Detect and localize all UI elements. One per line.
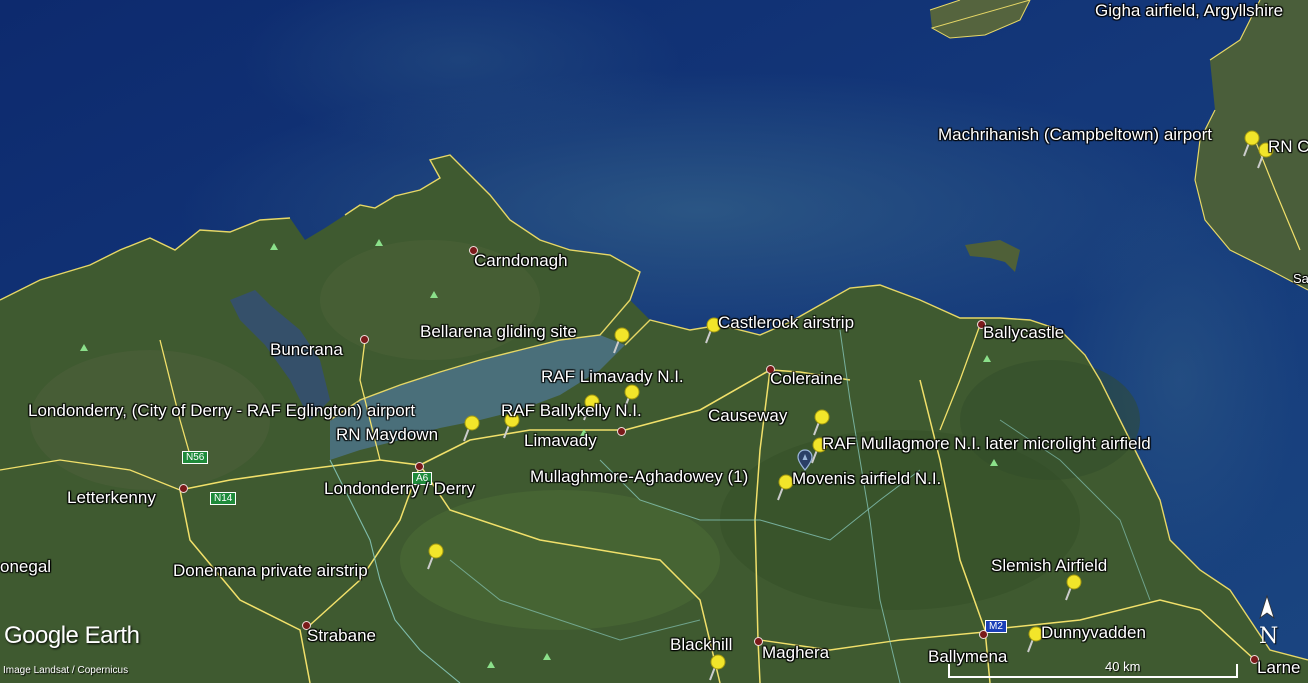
google-earth-logo: Google Earth bbox=[4, 622, 140, 650]
label-mullaghmore-aghadowey: Mullaghmore-Aghadowey (1) bbox=[530, 467, 749, 486]
label-dunnyvadden: Dunnyvadden bbox=[1041, 623, 1146, 642]
label-carndonagh: Carndonagh bbox=[474, 251, 568, 270]
label-mullagmore: RAF Mullagmore N.I. later microlight air… bbox=[822, 434, 1151, 453]
town-marker-ballymena[interactable] bbox=[979, 630, 988, 639]
pushpin-icon-eglinton[interactable] bbox=[458, 413, 482, 443]
label-eglinton: Londonderry, (City of Derry - RAF Egling… bbox=[28, 401, 416, 420]
label-donegal: onegal bbox=[0, 557, 52, 576]
map-view[interactable]: N56 N14 A6 M2 Gigha airfield, Argyllshir… bbox=[0, 0, 1308, 683]
label-donemana: Donemana private airstrip bbox=[173, 561, 368, 580]
logo-earth-text: Earth bbox=[84, 622, 140, 649]
label-limavady: Limavady bbox=[524, 431, 597, 450]
label-rn-maydown: RN Maydown bbox=[336, 425, 439, 444]
label-machrihanish: Machrihanish (Campbeltown) airport bbox=[938, 125, 1213, 144]
label-ballycastle: Ballycastle bbox=[983, 323, 1065, 342]
label-blackhill: Blackhill bbox=[670, 635, 733, 654]
pushpin-icon-causeway[interactable] bbox=[808, 407, 832, 437]
label-derry: Londonderry / Derry bbox=[324, 479, 476, 498]
label-gigha: Gigha airfield, Argyllshire bbox=[1095, 1, 1284, 20]
label-castlerock: Castlerock airstrip bbox=[718, 313, 855, 332]
pushpin-icon-bellarena[interactable] bbox=[608, 325, 632, 355]
road-shield-n14: N14 bbox=[210, 492, 237, 505]
road-shield-m2: M2 bbox=[985, 620, 1007, 633]
label-strabane: Strabane bbox=[307, 626, 376, 645]
town-marker-limavady[interactable] bbox=[617, 427, 626, 436]
north-label: N bbox=[1259, 624, 1279, 649]
scale-bar-label: 40 km bbox=[1105, 659, 1141, 674]
scale-bar bbox=[948, 664, 1238, 678]
town-marker-derry[interactable] bbox=[415, 462, 424, 471]
label-coleraine: Coleraine bbox=[770, 369, 843, 388]
imagery-credit: Image Landsat / Copernicus bbox=[3, 665, 129, 676]
label-bellarena: Bellarena gliding site bbox=[420, 322, 577, 341]
label-raf-limavady: RAF Limavady N.I. bbox=[541, 367, 684, 386]
pushpin-icon-donemana[interactable] bbox=[422, 541, 446, 571]
placemark-icon-movenis[interactable] bbox=[797, 449, 813, 471]
label-ballykelly: RAF Ballykelly N.I. bbox=[501, 401, 642, 420]
label-movenis: Movenis airfield N.I. bbox=[792, 469, 942, 488]
label-rn-c: RN C bbox=[1268, 137, 1308, 156]
logo-google-text: Google bbox=[4, 622, 79, 649]
pushpin-icon-blackhill[interactable] bbox=[704, 652, 728, 682]
town-marker-buncrana[interactable] bbox=[360, 335, 369, 344]
label-maghera: Maghera bbox=[762, 643, 830, 662]
road-shield-n56: N56 bbox=[182, 451, 209, 464]
label-sa: Sa bbox=[1293, 271, 1308, 286]
label-larne: Larne bbox=[1257, 658, 1301, 677]
north-arrow-icon[interactable]: N bbox=[1254, 594, 1280, 654]
label-causeway: Causeway bbox=[708, 406, 788, 425]
town-marker-letterkenny[interactable] bbox=[179, 484, 188, 493]
label-buncrana: Buncrana bbox=[270, 340, 343, 359]
label-letterkenny: Letterkenny bbox=[67, 488, 156, 507]
pushpin-icon-slemish[interactable] bbox=[1060, 572, 1084, 602]
label-slemish: Slemish Airfield bbox=[991, 556, 1108, 575]
